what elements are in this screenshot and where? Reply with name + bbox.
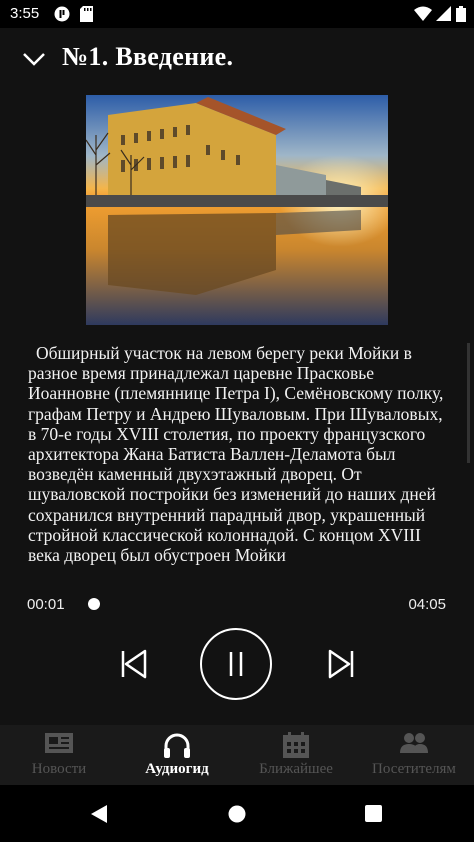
home-icon[interactable] bbox=[228, 805, 246, 828]
skip-next-icon bbox=[328, 649, 354, 679]
article-text-container[interactable]: Обширный участок на левом берегу реки Мо… bbox=[28, 343, 446, 573]
seek-thumb[interactable] bbox=[88, 598, 100, 610]
tab-label-audioguide: Аудиогид bbox=[145, 761, 209, 777]
status-time: 3:55 bbox=[10, 5, 40, 22]
tab-news[interactable]: Новости bbox=[0, 725, 118, 785]
current-time: 00:01 bbox=[27, 596, 65, 613]
recents-icon[interactable] bbox=[365, 805, 382, 827]
tab-label-nearby: Ближайшее bbox=[259, 761, 333, 777]
back-icon[interactable] bbox=[90, 804, 108, 829]
system-navigation-bar bbox=[0, 785, 474, 842]
headphones-icon bbox=[162, 731, 192, 764]
sd-card-icon bbox=[80, 6, 93, 26]
tab-label-visitors: Посетителям bbox=[372, 761, 456, 777]
pause-button[interactable] bbox=[200, 628, 272, 700]
tab-label-news: Новости bbox=[31, 761, 87, 777]
tab-audioguide[interactable]: Аудиогид bbox=[118, 725, 236, 785]
battery-icon bbox=[456, 6, 466, 26]
page-title: №1. Введение. bbox=[62, 42, 234, 71]
chevron-down-icon[interactable] bbox=[22, 50, 46, 73]
app-notification-icon bbox=[54, 6, 70, 26]
pause-icon bbox=[229, 652, 243, 676]
total-time: 04:05 bbox=[408, 596, 446, 613]
article-text: Обширный участок на левом берегу реки Мо… bbox=[28, 343, 444, 566]
tab-visitors[interactable]: Посетителям bbox=[355, 725, 473, 785]
app-bar: №1. Введение. bbox=[0, 28, 474, 94]
people-icon bbox=[399, 731, 429, 760]
tab-nearby[interactable]: Ближайшее bbox=[237, 725, 355, 785]
newspaper-icon bbox=[44, 731, 74, 760]
signal-icon bbox=[436, 6, 451, 25]
previous-button[interactable] bbox=[120, 648, 148, 680]
skip-previous-icon bbox=[121, 649, 147, 679]
calendar-icon bbox=[282, 731, 310, 764]
next-button[interactable] bbox=[327, 648, 355, 680]
status-bar: 3:55 bbox=[0, 0, 474, 28]
bottom-navigation: Новости Аудиогид Ближайшее Посетителям bbox=[0, 725, 474, 785]
scrollbar[interactable] bbox=[467, 343, 470, 463]
wifi-icon bbox=[414, 6, 432, 25]
tour-photo bbox=[86, 95, 388, 325]
